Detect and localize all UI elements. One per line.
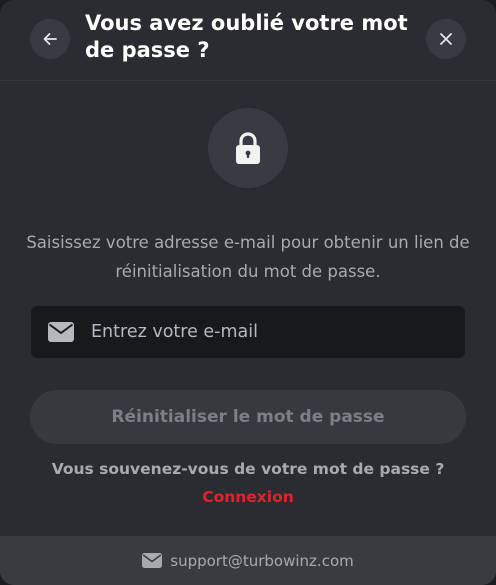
lock-badge (208, 108, 288, 188)
login-link[interactable]: Connexion (0, 486, 496, 508)
modal-title: Vous avez oublié votre mot de passe ? (85, 11, 408, 62)
modal-header: Vous avez oublié votre mot de passe ? (0, 0, 496, 81)
email-field[interactable] (31, 306, 465, 358)
support-email-link[interactable]: support@turbowinz.com (170, 552, 353, 570)
remember-password-text: Vous souvenez-vous de votre mot de passe… (51, 460, 445, 478)
email-input[interactable] (89, 306, 451, 358)
envelope-icon (48, 322, 74, 342)
envelope-icon (142, 553, 163, 568)
support-footer: support@turbowinz.com (0, 536, 496, 585)
back-button[interactable] (30, 19, 70, 59)
lock-icon (236, 132, 260, 164)
arrow-left-icon (43, 33, 57, 45)
close-icon (440, 33, 452, 45)
close-button[interactable] (426, 19, 466, 59)
forgot-password-modal: Vous avez oublié votre mot de passe ? Sa… (0, 0, 496, 585)
reset-password-button[interactable]: Réinitialiser le mot de passe (30, 390, 466, 444)
instruction-text: Saisissez votre adresse e-mail pour obte… (26, 233, 470, 281)
